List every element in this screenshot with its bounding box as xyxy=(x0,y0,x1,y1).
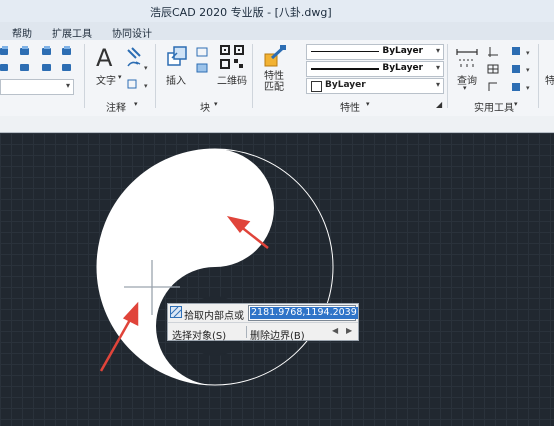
command-prompt-popup: 拾取内部点或 2181.9768,1194.2039 选择对象(S) 删除边界(… xyxy=(167,303,359,342)
options-row: 选择对象(S) 删除边界(B) ◀ ▶ xyxy=(168,322,358,342)
arrow-left-icon[interactable]: ◀ xyxy=(332,326,338,335)
option-divider xyxy=(246,326,247,338)
coordinate-input[interactable]: 2181.9768,1194.2039 xyxy=(248,305,358,321)
prompt-row: 拾取内部点或 2181.9768,1194.2039 xyxy=(168,304,358,322)
hatch-icon xyxy=(170,306,182,318)
taiji-white-region xyxy=(97,149,274,385)
option-select-objects[interactable]: 选择对象(S) xyxy=(172,327,226,342)
drawing-overlay xyxy=(96,148,334,386)
coordinate-value: 2181.9768,1194.2039 xyxy=(250,307,358,319)
arrow-right-icon[interactable]: ▶ xyxy=(346,326,352,335)
option-remove-boundary[interactable]: 删除边界(B) xyxy=(250,327,305,342)
command-prompt-text: 拾取内部点或 xyxy=(184,311,244,322)
